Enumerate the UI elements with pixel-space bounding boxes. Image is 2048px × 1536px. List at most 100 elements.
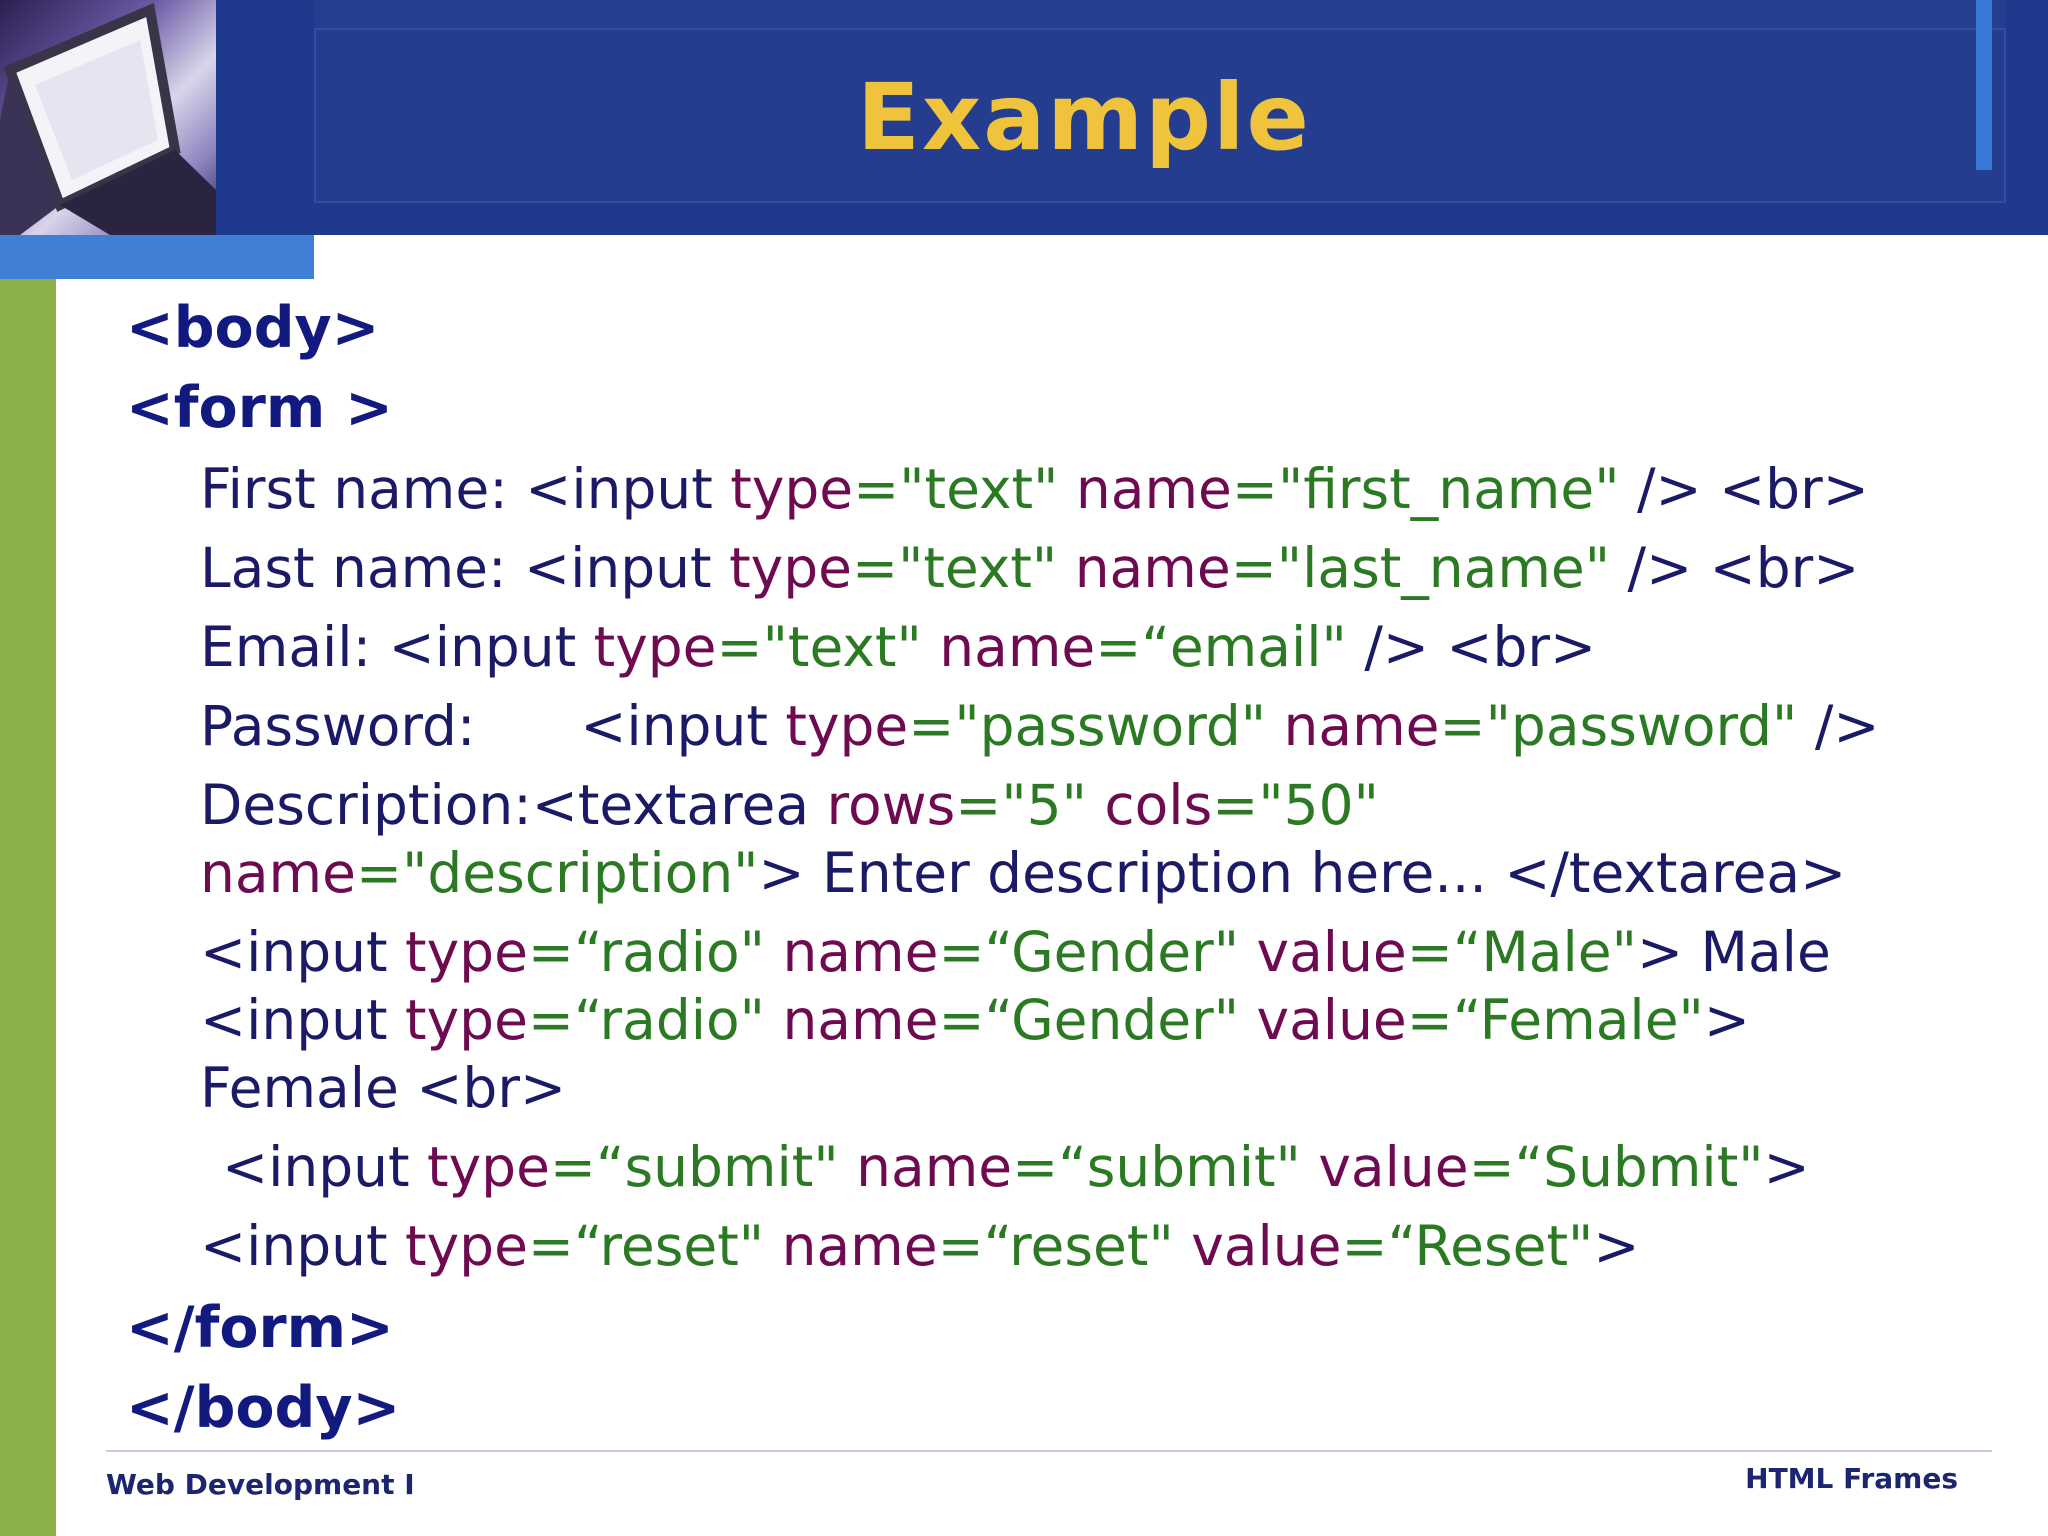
tag-text: /> <br> xyxy=(1627,536,1860,600)
tag-text: /> <br> xyxy=(1637,457,1869,521)
label-text: Password: xyxy=(200,694,581,758)
value-text: "50" xyxy=(1258,773,1379,837)
tag-text: > Enter description here... </textarea> xyxy=(758,841,1847,905)
code-block: <body> <form > First name: <input type="… xyxy=(0,0,2048,1536)
attr-text: name xyxy=(1283,694,1440,758)
form-open-tag: <form > xyxy=(126,375,393,441)
eq-text: = xyxy=(527,1214,575,1278)
value-text: "text" xyxy=(762,615,940,679)
eq-text: = xyxy=(955,773,1002,837)
label-text: Female <br> xyxy=(200,1056,567,1120)
value-text: “reset" xyxy=(983,1214,1192,1278)
eq-text: = xyxy=(937,1214,984,1278)
value-text: “submit" xyxy=(1058,1135,1319,1199)
eq-text: = xyxy=(1095,615,1142,679)
eq-text: = xyxy=(1230,536,1277,600)
attr-text: name xyxy=(782,920,939,984)
value-text: "password" xyxy=(954,694,1284,758)
label-text: Description: xyxy=(200,773,532,837)
attr-text: type xyxy=(427,1135,550,1199)
value-text: “reset" xyxy=(574,1214,782,1278)
tag-text: <input xyxy=(388,615,594,679)
value-text: "first_name" xyxy=(1277,457,1637,521)
attr-text: type xyxy=(729,536,852,600)
label-text: First name: xyxy=(200,457,526,521)
value-text: “Submit" xyxy=(1514,1135,1764,1199)
attr-text: value xyxy=(1256,920,1407,984)
body-close-tag: </body> xyxy=(126,1375,401,1441)
attr-text: name xyxy=(200,841,356,905)
value-text: “Gender" xyxy=(984,988,1257,1052)
code-line-radio-female: <input type=“radio" name=“Gender" value=… xyxy=(200,986,1750,1054)
eq-text: = xyxy=(938,988,985,1052)
value-text: "password" xyxy=(1485,694,1815,758)
code-line-description: Description:<textarea rows="5" cols="50" xyxy=(200,771,1379,839)
code-line-email: Email: <input type="text" name=“email" /… xyxy=(200,613,1596,681)
label-text: Email: xyxy=(200,615,389,679)
code-line-radio-male: <input type=“radio" name=“Gender" value=… xyxy=(200,918,1831,986)
value-text: “Female" xyxy=(1452,988,1704,1052)
tag-text: <input xyxy=(200,1214,406,1278)
attr-text: name xyxy=(781,1214,938,1278)
value-text: "text" xyxy=(898,536,1075,600)
value-text: “radio" xyxy=(574,988,783,1052)
footer-topic-title: HTML Frames xyxy=(1745,1462,1958,1495)
attr-text: value xyxy=(1318,1135,1469,1199)
attr-text: type xyxy=(405,988,528,1052)
eq-text: = xyxy=(1341,1214,1388,1278)
code-line-reset: <input type=“reset" name=“reset" value=“… xyxy=(200,1212,1639,1280)
eq-text: = xyxy=(527,920,575,984)
attr-text: type xyxy=(730,457,854,521)
eq-text: = xyxy=(1012,1135,1059,1199)
eq-text: = xyxy=(851,536,899,600)
attr-text: name xyxy=(939,615,1096,679)
label-text: Last name: xyxy=(200,536,525,600)
eq-text: = xyxy=(527,988,575,1052)
eq-text: = xyxy=(938,920,985,984)
eq-text: = xyxy=(716,615,763,679)
eq-text: = xyxy=(1468,1135,1515,1199)
attr-text: name xyxy=(1075,457,1232,521)
tag-text: > xyxy=(1593,1214,1640,1278)
attr-text: type xyxy=(405,1214,528,1278)
eq-text: = xyxy=(355,841,403,905)
attr-text: value xyxy=(1256,988,1407,1052)
tag-text: > Male xyxy=(1636,920,1831,984)
code-line-first-name: First name: <input type="text" name="fir… xyxy=(200,455,1869,523)
tag-text: <input xyxy=(200,920,406,984)
value-text: “radio" xyxy=(574,920,783,984)
value-text: “Reset" xyxy=(1387,1214,1594,1278)
form-close-tag: </form> xyxy=(126,1295,394,1361)
value-text: "last_name" xyxy=(1276,536,1628,600)
attr-text: name xyxy=(782,988,939,1052)
eq-text: = xyxy=(549,1135,597,1199)
tag-text: > xyxy=(1703,988,1750,1052)
attr-text: value xyxy=(1191,1214,1342,1278)
tag-text: <input xyxy=(525,457,731,521)
value-text: “submit" xyxy=(596,1135,857,1199)
code-line-description-2: name="description"> Enter description he… xyxy=(200,839,1846,907)
eq-text: = xyxy=(1406,920,1453,984)
attr-text: cols xyxy=(1104,773,1213,837)
code-line-submit: <input type=“submit" name=“submit" value… xyxy=(222,1133,1810,1201)
tag-text: <input xyxy=(580,694,786,758)
attr-text: name xyxy=(1074,536,1231,600)
attr-text: name xyxy=(856,1135,1013,1199)
value-text: "text" xyxy=(899,457,1076,521)
value-text: “Male" xyxy=(1452,920,1637,984)
attr-text: type xyxy=(405,920,528,984)
tag-text: > xyxy=(1763,1135,1810,1199)
eq-text: = xyxy=(1212,773,1259,837)
eq-text: = xyxy=(853,457,900,521)
value-text: "description" xyxy=(402,841,759,905)
tag-text: /> <br> xyxy=(1364,615,1597,679)
value-text: "5" xyxy=(1001,773,1105,837)
eq-text: = xyxy=(908,694,955,758)
attr-text: rows xyxy=(826,773,956,837)
code-line-last-name: Last name: <input type="text" name="last… xyxy=(200,534,1859,602)
tag-text: <input xyxy=(200,988,406,1052)
value-text: “email" xyxy=(1141,615,1365,679)
attr-text: type xyxy=(593,615,717,679)
code-line-password: Password: <input type="password" name="p… xyxy=(200,692,1879,760)
code-line-female-label: Female <br> xyxy=(200,1054,566,1122)
